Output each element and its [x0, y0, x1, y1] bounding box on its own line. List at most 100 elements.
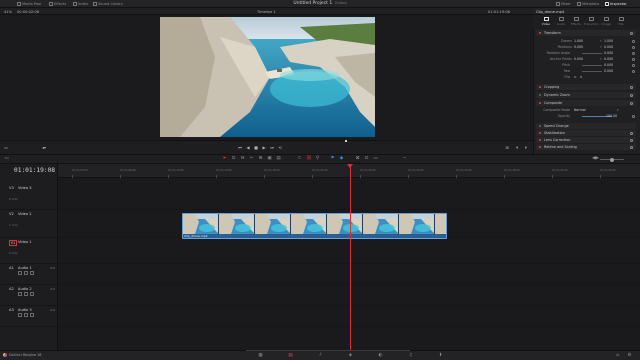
viewer-scrubber-handle[interactable] — [345, 140, 347, 142]
composite-enabled-icon[interactable] — [539, 102, 541, 104]
track-row-v3[interactable] — [58, 184, 640, 210]
stop-icon[interactable]: ■ — [254, 146, 258, 150]
position-reset-icon[interactable] — [632, 45, 635, 49]
track-header-v1[interactable]: V1 Video 1 0 Clip — [0, 238, 58, 264]
a3-mute-icon[interactable] — [30, 313, 34, 317]
a3-solo-icon[interactable] — [24, 313, 28, 317]
color-page-icon[interactable]: ◐ — [378, 353, 383, 358]
video-clip[interactable]: Clip_drone.mp4 — [182, 213, 447, 239]
a2-lock-icon[interactable] — [18, 292, 22, 296]
transform-reset-icon[interactable] — [630, 31, 633, 35]
section-dynamic-zoom[interactable]: Dynamic Zoom — [536, 92, 636, 98]
yaw-reset-icon[interactable] — [632, 69, 635, 73]
tab-transition[interactable]: Transition — [584, 17, 599, 26]
chevron-down-icon[interactable]: ▾ — [617, 108, 619, 112]
speed-change-enabled-icon[interactable] — [539, 125, 541, 127]
tab-image[interactable]: Image — [599, 17, 613, 26]
deliver-page-icon[interactable]: ⬆ — [438, 353, 443, 358]
rotation-reset-icon[interactable] — [632, 51, 635, 55]
tab-file[interactable]: File — [614, 17, 628, 26]
transform-enabled-icon[interactable] — [539, 32, 541, 34]
param-opacity[interactable]: Opacity 100.00 — [536, 113, 636, 119]
playhead-handle[interactable] — [347, 164, 353, 168]
dynamic-trim-icon[interactable]: ⊟ — [240, 156, 245, 161]
track-header-a2[interactable]: A2 Audio 2 2.0 — [0, 285, 58, 306]
mixer-button[interactable]: Mixer — [556, 1, 571, 6]
zoom-out-icon[interactable]: − — [402, 156, 407, 161]
play-icon[interactable]: ▶ — [262, 146, 266, 150]
marker-icon[interactable]: ◆ — [339, 156, 344, 161]
replace-clip-icon[interactable]: ▤ — [276, 156, 281, 161]
cropping-enabled-icon[interactable] — [539, 86, 541, 88]
selection-tool-icon[interactable]: ➤ — [222, 156, 227, 161]
overwrite-clip-icon[interactable]: ▣ — [267, 156, 272, 161]
anchor-reset-icon[interactable] — [632, 57, 635, 61]
position-lock-icon[interactable]: ⚲ — [315, 156, 320, 161]
track-header-a1[interactable]: A1 Audio 1 2.0 — [0, 264, 58, 285]
section-cropping[interactable]: Cropping — [536, 84, 636, 90]
a1-lock-icon[interactable] — [18, 271, 22, 275]
stabilization-enabled-icon[interactable] — [539, 132, 541, 134]
viewer-options-icon[interactable]: ▭ — [4, 146, 8, 150]
cut-page-icon[interactable]: ▤ — [288, 353, 293, 358]
retime-reset-icon[interactable] — [630, 145, 633, 149]
volume-slider-handle[interactable] — [610, 157, 614, 162]
timeline-name[interactable]: Timeline 1 — [257, 10, 276, 14]
snapping-icon[interactable]: ⊂ — [297, 156, 302, 161]
edit-page-icon[interactable]: ⫽ — [318, 353, 323, 358]
audio-meter-icon[interactable]: ◀▶ — [592, 156, 599, 161]
flag-icon[interactable]: ⚑ — [330, 156, 335, 161]
a3-lock-icon[interactable] — [18, 313, 22, 317]
section-stabilization[interactable]: Stabilization — [536, 130, 636, 136]
a1-mute-icon[interactable] — [30, 271, 34, 275]
tab-effects[interactable]: Effects — [569, 17, 583, 26]
track-header-v2[interactable]: V2 Video 2 1 Clip — [0, 210, 58, 238]
section-speed-change[interactable]: Speed Change — [536, 123, 636, 129]
composite-reset-icon[interactable] — [630, 101, 633, 105]
lens-correction-enabled-icon[interactable] — [539, 139, 541, 141]
a2-solo-icon[interactable] — [24, 292, 28, 296]
linked-selection-icon[interactable]: ⛓ — [306, 156, 312, 161]
tab-video[interactable]: Video — [539, 17, 553, 26]
pitch-reset-icon[interactable] — [632, 63, 635, 67]
insert-clip-icon[interactable]: ⊞ — [258, 156, 263, 161]
section-composite[interactable]: Composite — [536, 100, 636, 106]
track-header-a3[interactable]: A3 Audio 3 2.0 — [0, 306, 58, 327]
dynamic-zoom-enabled-icon[interactable] — [539, 94, 541, 96]
play-reverse-icon[interactable]: ◀ — [246, 146, 250, 150]
zoom-reset-icon[interactable] — [632, 39, 635, 43]
a2-mute-icon[interactable] — [30, 292, 34, 296]
trim-tool-icon[interactable]: ⊡ — [231, 156, 236, 161]
blade-tool-icon[interactable]: ✂ — [249, 156, 254, 161]
go-to-start-icon[interactable]: ⏮ — [238, 146, 242, 150]
track-row-a2[interactable] — [58, 285, 640, 306]
home-icon[interactable]: ⌂ — [615, 353, 620, 358]
match-frame-icon[interactable]: ⊞ — [505, 146, 509, 150]
param-flip[interactable]: Flip ⇆ ⇅ — [536, 74, 636, 80]
rotation-slider[interactable] — [582, 53, 602, 54]
fairlight-page-icon[interactable]: ♫ — [408, 353, 413, 358]
timeline-playhead[interactable] — [350, 164, 351, 350]
section-lens-correction[interactable]: Lens Correction — [536, 137, 636, 143]
flip-horizontal-icon[interactable]: ⇆ — [574, 75, 577, 79]
layout-icon[interactable]: ▭ — [4, 156, 9, 161]
viewer-zoom[interactable]: 41% — [4, 10, 12, 14]
media-page-icon[interactable]: ▦ — [258, 353, 263, 358]
metadata-button[interactable]: Metadata — [577, 1, 599, 6]
yaw-slider[interactable] — [582, 71, 602, 72]
retime-enabled-icon[interactable] — [539, 146, 541, 148]
cropping-reset-icon[interactable] — [630, 85, 633, 89]
viewer-dropdown-icon[interactable]: ◂▾ — [40, 146, 48, 150]
lens-correction-reset-icon[interactable] — [630, 138, 633, 142]
flip-vertical-icon[interactable]: ⇅ — [580, 75, 583, 79]
custom-zoom-icon[interactable]: ▭ — [373, 156, 378, 161]
full-extent-zoom-icon[interactable]: ⊠ — [355, 156, 360, 161]
settings-icon[interactable]: ⚙ — [627, 353, 632, 358]
loop-icon[interactable]: ⟲ — [278, 146, 282, 150]
go-to-end-icon[interactable]: ⏭ — [270, 146, 274, 150]
tab-audio[interactable]: Audio — [554, 17, 568, 26]
track-header-v3[interactable]: V3 Video 3 0 Clip — [0, 184, 58, 210]
previous-edit-icon[interactable]: ⏴ — [515, 146, 519, 150]
section-transform[interactable]: Transform — [536, 30, 636, 36]
detail-zoom-icon[interactable]: ⊡ — [364, 156, 369, 161]
